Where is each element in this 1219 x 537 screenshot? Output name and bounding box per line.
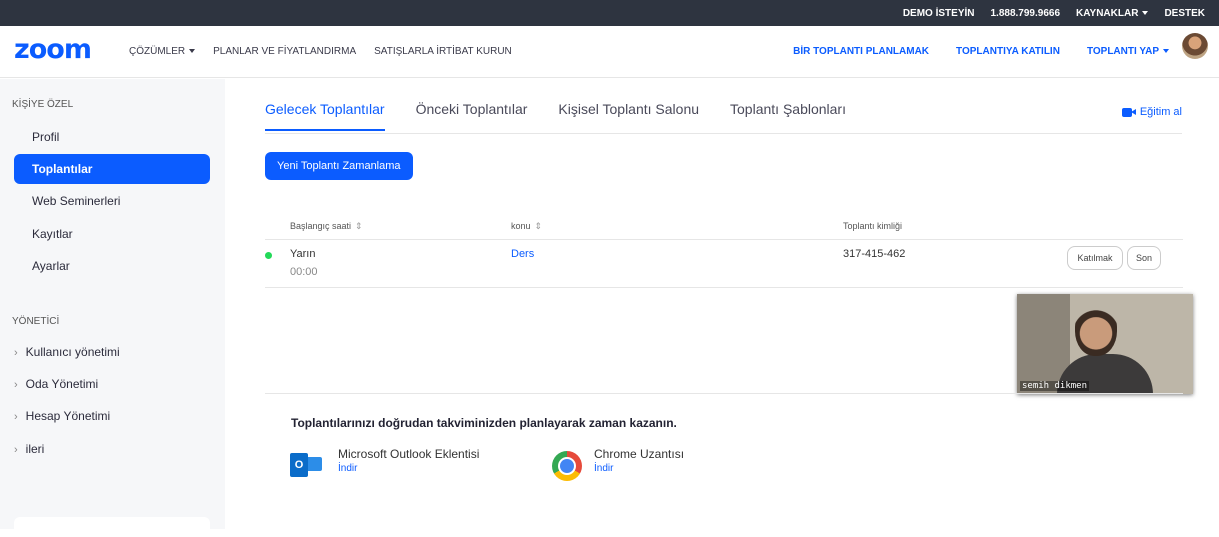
- outlook-extension-name: Microsoft Outlook Eklentisi: [338, 447, 480, 461]
- outlook-download-link[interactable]: İndir: [338, 463, 479, 474]
- nav-contact-sales[interactable]: SATIŞLARLA İRTİBAT KURUN: [374, 46, 512, 57]
- sidebar-item-webinars[interactable]: Web Seminerleri: [14, 186, 210, 216]
- chevron-right-icon: ›: [14, 444, 18, 456]
- schedule-meeting-link[interactable]: BİR TOPLANTI PLANLAMAK: [793, 46, 929, 57]
- join-meeting-link[interactable]: TOPLANTIYA KATILIN: [956, 46, 1060, 57]
- meeting-id: 317-415-462: [843, 248, 906, 260]
- sidebar-card: [14, 517, 210, 537]
- chevron-right-icon: ›: [14, 411, 18, 423]
- resources-label: KAYNAKLAR: [1076, 7, 1139, 19]
- request-demo-link[interactable]: DEMO İSTEYİN: [903, 8, 975, 19]
- nav-right-menu: BİR TOPLANTI PLANLAMAK TOPLANTIYA KATILI…: [793, 46, 1169, 57]
- sidebar-item-account-management[interactable]: › Hesap Yönetimi: [14, 409, 110, 423]
- meeting-tabs: Gelecek Toplantılar Önceki Toplantılar K…: [265, 101, 877, 131]
- tab-previous-meetings[interactable]: Önceki Toplantılar: [416, 101, 528, 131]
- column-header-start-time[interactable]: Başlangıç saati ⇕: [290, 221, 363, 232]
- table-row-divider: [265, 287, 1183, 288]
- sidebar-item-label: Hesap Yönetimi: [25, 409, 111, 423]
- main-navbar: zoom ÇÖZÜMLER PLANLAR VE FİYATLANDIRMA S…: [0, 26, 1219, 78]
- chrome-download-link[interactable]: İndir: [594, 463, 684, 474]
- sidebar-item-recordings[interactable]: Kayıtlar: [14, 219, 210, 249]
- participant-video-tile[interactable]: semih dikmen: [1017, 294, 1193, 394]
- sidebar-item-label: Oda Yönetimi: [25, 377, 99, 391]
- tabs-divider: [265, 133, 1182, 134]
- schedule-new-meeting-button[interactable]: Yeni Toplantı Zamanlama: [265, 152, 413, 180]
- sidebar-item-label: Kullanıcı yönetimi: [25, 345, 120, 359]
- phone-link[interactable]: 1.888.799.9666: [991, 8, 1061, 19]
- zoom-logo[interactable]: zoom: [14, 34, 92, 65]
- promo-divider: [265, 393, 1183, 394]
- host-meeting-menu[interactable]: TOPLANTI YAP: [1087, 46, 1169, 57]
- chrome-icon: [552, 451, 582, 481]
- meeting-topic-link[interactable]: Ders: [511, 248, 534, 260]
- chevron-down-icon: [189, 49, 196, 54]
- table-header-divider: [265, 239, 1183, 240]
- host-meeting-label: TOPLANTI YAP: [1086, 46, 1159, 57]
- outlook-icon: O: [290, 451, 326, 481]
- sidebar-item-meetings[interactable]: Toplantılar: [14, 154, 210, 184]
- video-participant-head: [1075, 302, 1117, 356]
- participant-name: semih dikmen: [1020, 381, 1090, 391]
- sort-icon: ⇕: [355, 221, 363, 231]
- nav-solutions-label: ÇÖZÜMLER: [129, 46, 186, 57]
- meeting-day: Yarın: [290, 248, 316, 260]
- column-header-label: konu: [511, 221, 531, 231]
- sidebar-item-label: ileri: [25, 442, 45, 456]
- chevron-right-icon: ›: [14, 379, 18, 391]
- sidebar-item-profile[interactable]: Profil: [14, 122, 210, 152]
- chrome-extension-name: Chrome Uzantısı: [594, 447, 685, 461]
- end-meeting-button[interactable]: Son: [1127, 246, 1161, 270]
- column-header-topic[interactable]: konu ⇕: [511, 221, 542, 232]
- sidebar-item-advanced[interactable]: › ileri: [14, 442, 44, 456]
- column-header-label: Başlangıç saati: [290, 221, 352, 231]
- chevron-down-icon: [1163, 49, 1169, 54]
- training-link[interactable]: Eğitim al: [1121, 106, 1182, 118]
- chevron-down-icon: [1142, 10, 1149, 15]
- chrome-extension: Chrome Uzantısı İndir: [552, 447, 684, 481]
- user-avatar[interactable]: [1182, 33, 1208, 59]
- join-meeting-button[interactable]: Katılmak: [1067, 246, 1123, 270]
- top-utility-bar: DEMO İSTEYİN 1.888.799.9666 KAYNAKLAR DE…: [0, 0, 1219, 26]
- sort-icon: ⇕: [534, 221, 543, 231]
- sidebar: KİŞİYE ÖZEL Profil Toplantılar Web Semin…: [0, 79, 225, 537]
- outlook-extension: O Microsoft Outlook Eklentisi İndir: [290, 447, 479, 481]
- sidebar-item-settings[interactable]: Ayarlar: [14, 251, 210, 281]
- tab-meeting-templates[interactable]: Toplantı Şablonları: [730, 101, 846, 131]
- promo-title: Toplantılarınızı doğrudan takviminizden …: [291, 416, 677, 430]
- status-dot-icon: [265, 252, 272, 259]
- training-label: Eğitim al: [1139, 106, 1182, 118]
- nav-left-menu: ÇÖZÜMLER PLANLAR VE FİYATLANDIRMA SATIŞL…: [129, 46, 512, 57]
- nav-plans-pricing[interactable]: PLANLAR VE FİYATLANDIRMA: [213, 46, 356, 57]
- outlook-icon-letter: O: [290, 453, 308, 477]
- nav-solutions[interactable]: ÇÖZÜMLER: [129, 46, 196, 57]
- tab-personal-meeting-room[interactable]: Kişisel Toplantı Salonu: [558, 101, 699, 131]
- sidebar-item-room-management[interactable]: › Oda Yönetimi: [14, 377, 98, 391]
- meeting-time: 00:00: [290, 266, 318, 278]
- tab-upcoming-meetings[interactable]: Gelecek Toplantılar: [265, 101, 385, 131]
- chevron-right-icon: ›: [14, 347, 18, 359]
- column-header-meeting-id: Toplantı kimliği: [843, 221, 903, 231]
- resources-menu[interactable]: KAYNAKLAR: [1076, 7, 1149, 19]
- support-link[interactable]: DESTEK: [1164, 8, 1205, 19]
- sidebar-heading-admin: YÖNETİCİ: [12, 316, 60, 327]
- sidebar-heading-personal: KİŞİYE ÖZEL: [12, 99, 74, 110]
- video-camera-icon: [1121, 107, 1136, 117]
- sidebar-item-user-management[interactable]: › Kullanıcı yönetimi: [14, 345, 120, 359]
